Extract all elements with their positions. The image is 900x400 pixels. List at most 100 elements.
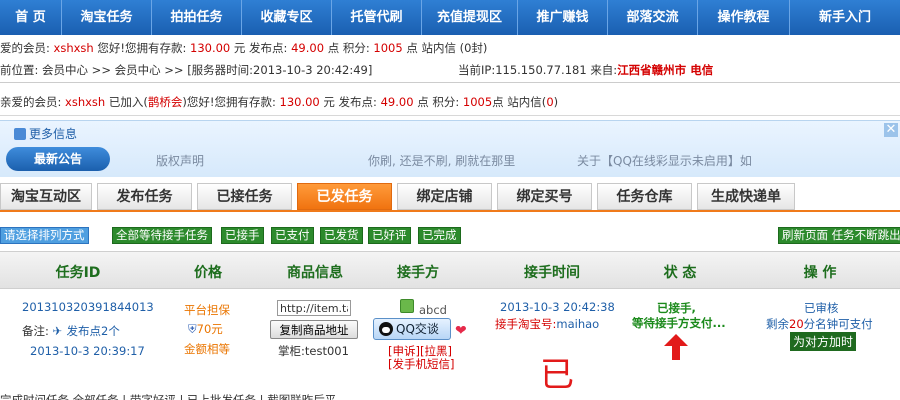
announcement-item[interactable]: 版权声明 [156,152,204,169]
account-username[interactable]: xshxsh [54,41,94,55]
account-score-unit: 点 站内信 [406,41,456,55]
nav-taobao-tasks[interactable]: 淘宝任务 [62,0,152,35]
welcome-summary: 亲爱的会员: xshxsh 已加入(鹊桥会)您好!您拥有存款: 130.00 元… [0,94,558,110]
header-receiver: 接手方 [397,265,439,281]
tab-bind-shop[interactable]: 绑定店铺 [397,183,492,210]
task-id[interactable]: 201310320391844013 [22,300,154,314]
divider [0,115,900,116]
top-nav: 首 页 淘宝任务 拍拍任务 收藏专区 托管代刷 充值提现区 推广赚钱 部落交流 … [0,0,900,35]
nav-home[interactable]: 首 页 [0,0,62,35]
shop-label: 掌柜: [278,344,305,358]
user-icon [400,299,414,313]
accept-time: 2013-10-3 20:42:38 [500,300,615,314]
note-line: 备注: ✈ 发布点2个 [22,323,120,339]
created-time: 2013-10-3 20:39:17 [30,344,145,358]
filter-paid[interactable]: 已支付 [271,227,314,244]
copy-url-button[interactable]: 复制商品地址 [270,320,358,339]
table-header: 任务ID 价格 商品信息 接手方 接手时间 状 态 操 作 [0,251,900,289]
close-icon[interactable]: ✕ [884,123,898,137]
account-points-unit: 点 积分: [327,41,370,55]
filter-good-review[interactable]: 已好评 [368,227,411,244]
sms-link[interactable]: [发手机短信] [388,356,454,372]
filter-all-waiting[interactable]: 全部等待接手任务 [112,227,212,244]
account-prefix: 爱的会员: [0,41,50,55]
tab-warehouse[interactable]: 任务仓库 [597,183,692,210]
op-remaining-pre: 剩余 [766,317,789,331]
welcome-score: 1005 [462,95,493,109]
annotation-text: 已 [540,355,574,395]
footer-text: 完成时间任务 全部任务 | 带字好评 | 已上批发任务 | 截图联昨后平 [0,393,337,400]
nav-hosted[interactable]: 托管代刷 [332,0,422,35]
nav-tribe[interactable]: 部落交流 [608,0,698,35]
news-panel: 更多信息 最新公告 版权声明 你刷, 还是不刷, 刷就在那里 关于【QQ在线彩显… [0,120,900,177]
arrow-up-icon [664,334,688,360]
from-label: 来自: [590,63,618,77]
note-label: 备注: [22,324,49,338]
refresh-button[interactable]: 刷新页面 任务不断跳出 [778,227,900,244]
header-price: 价格 [194,265,222,281]
nav-beginner[interactable]: 新手入门 [790,0,900,35]
tab-accepted[interactable]: 已接任务 [197,183,292,210]
latest-announcement-badge: 最新公告 [6,147,110,171]
heart-icon: ❤ [455,323,467,339]
account-messages[interactable]: (0封) [460,41,488,55]
announcement-item[interactable]: 关于【QQ在线彩显示未启用】如 [577,152,752,169]
shield-icon: ⛨ [188,322,197,336]
receiver-name: abcd [419,303,447,317]
welcome-joined-pre: 已加入( [108,95,148,109]
tab-express[interactable]: 生成快递单 [697,183,795,210]
header-actions: 操 作 [803,265,837,281]
add-time-button[interactable]: 为对方加时 [790,332,857,351]
nav-favorites[interactable]: 收藏专区 [242,0,332,35]
nav-promote[interactable]: 推广赚钱 [518,0,608,35]
welcome-messages[interactable]: 0 [546,95,553,109]
tab-bind-buyer[interactable]: 绑定买号 [497,183,592,210]
op-remaining-post: 分名钟可支付 [803,317,873,331]
header-accept-time: 接手时间 [524,265,580,281]
op-reviewed: 已审核 [804,301,839,315]
qq-icon [379,322,393,336]
qq-chat-button[interactable]: QQ交谈 [373,318,451,340]
more-info-link[interactable]: 更多信息 [14,125,77,142]
account-greeting: 您好!您拥有存款: [97,41,187,55]
nav-paipai-tasks[interactable]: 拍拍任务 [152,0,242,35]
account-score: 1005 [373,41,403,55]
nav-tutorial[interactable]: 操作教程 [698,0,790,35]
welcome-deposit: 130.00 [279,95,320,109]
ip-value: 115.150.77.181 [495,63,587,77]
announcement-item[interactable]: 你刷, 还是不刷, 刷就在那里 [368,152,515,169]
shop-name: test001 [304,344,349,358]
breadcrumb: 前位置: 会员中心 >> 会员中心 >> [服务器时间:2013-10-3 20… [0,63,373,77]
welcome-points-unit: 点 积分: [417,95,460,109]
price-value: 70元 [196,322,223,336]
filter-shipped[interactable]: 已发货 [320,227,363,244]
header-product: 商品信息 [287,265,343,281]
op-minutes: 20 [789,317,804,331]
price-equal: 金额相等 [184,342,230,356]
account-deposit: 130.00 [190,41,231,55]
welcome-username[interactable]: xshxsh [65,95,105,109]
welcome-close-paren: ) [553,95,559,109]
qq-chat-label: QQ交谈 [396,322,439,336]
nav-recharge[interactable]: 充值提现区 [422,0,518,35]
product-url-field[interactable] [277,300,351,316]
welcome-joined-post: )您好!您拥有存款: [182,95,276,109]
ip-label: 当前IP: [458,63,496,77]
divider [0,82,900,83]
tab-published[interactable]: 已发任务 [297,183,392,210]
tab-publish[interactable]: 发布任务 [97,183,192,210]
tab-interaction[interactable]: 淘宝互动区 [0,183,92,210]
plane-icon: ✈ [52,324,63,338]
task-tabs: 淘宝互动区 发布任务 已接任务 已发任务 绑定店铺 绑定买号 任务仓库 生成快递… [0,183,900,212]
filter-accepted[interactable]: 已接手 [221,227,264,244]
welcome-score-unit: 点 站内信( [492,95,547,109]
welcome-group[interactable]: 鹊桥会 [148,95,183,109]
ip-info: 当前IP:115.150.77.181 来自:江西省赣州市 电信 [458,62,713,78]
sort-select[interactable]: 请选择排列方式 [0,227,89,244]
status-line2: 等待接手方支付... [632,316,726,330]
buyer-line: 接手淘宝号:maihao [495,316,599,332]
filter-completed[interactable]: 已完成 [418,227,461,244]
op-remaining: 剩余20分名钟可支付 [766,316,873,332]
location-bar: 前位置: 会员中心 >> 会员中心 >> [服务器时间:2013-10-3 20… [0,62,900,78]
header-task-id: 任务ID [55,265,101,281]
